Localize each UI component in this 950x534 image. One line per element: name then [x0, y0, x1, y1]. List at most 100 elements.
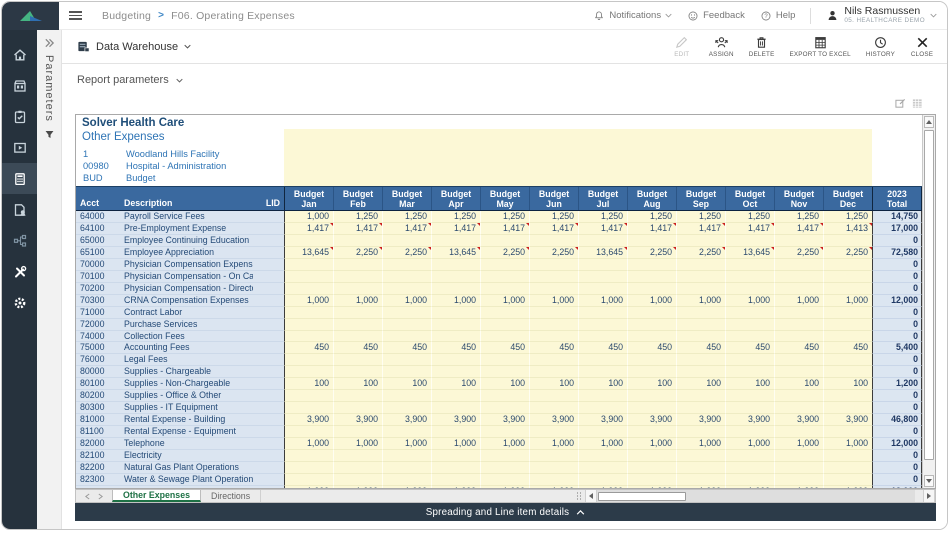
cell-month-value[interactable]: 1,250 [480, 211, 529, 223]
cell-month-value[interactable] [431, 462, 480, 474]
cell-month-value[interactable]: 3,900 [774, 414, 823, 426]
cell-month-value[interactable]: 1,000 [333, 486, 382, 488]
cell-total[interactable]: 0 [872, 474, 922, 486]
cell-total[interactable]: 12,000 [872, 486, 922, 488]
cell-month-value[interactable] [382, 450, 431, 462]
cell-month-value[interactable] [284, 426, 333, 438]
cell-month-value[interactable] [431, 235, 480, 247]
cell-month-value[interactable] [725, 271, 774, 283]
cell-month-value[interactable] [725, 426, 774, 438]
cell-month-value[interactable] [823, 390, 872, 402]
cell-month-value[interactable]: 1,250 [578, 211, 627, 223]
cell-month-value[interactable]: 3,900 [480, 414, 529, 426]
assign-button[interactable]: ASSIGN [709, 35, 734, 58]
close-button[interactable]: CLOSE [910, 35, 934, 58]
cell-month-value[interactable]: 1,250 [333, 211, 382, 223]
cell-month-value[interactable] [284, 235, 333, 247]
cell-month-value[interactable] [676, 307, 725, 319]
cell-month-value[interactable] [333, 354, 382, 366]
cell-month-value[interactable]: 1,000 [676, 295, 725, 307]
cell-month-value[interactable]: 1,000 [529, 486, 578, 488]
menu-icon[interactable] [69, 11, 82, 20]
cell-month-value[interactable] [529, 319, 578, 331]
cell-month-value[interactable] [431, 331, 480, 343]
cell-total[interactable]: 72,580 [872, 247, 922, 259]
cell-month-value[interactable] [676, 462, 725, 474]
cell-month-value[interactable] [823, 366, 872, 378]
cell-month-value[interactable] [578, 402, 627, 414]
cell-month-value[interactable] [676, 426, 725, 438]
cell-month-value[interactable]: 100 [725, 378, 774, 390]
cell-total[interactable]: 0 [872, 319, 922, 331]
cell-month-value[interactable]: 100 [578, 378, 627, 390]
cell-month-value[interactable] [725, 462, 774, 474]
data-source-selector[interactable]: Data Warehouse [77, 40, 191, 53]
sidebar-item-assignments[interactable] [2, 194, 37, 225]
cell-month-value[interactable]: 2,250 [382, 247, 431, 259]
cell-month-value[interactable]: 1,417 [578, 223, 627, 235]
cell-month-value[interactable]: 1,000 [823, 295, 872, 307]
cell-month-value[interactable]: 1,417 [725, 223, 774, 235]
cell-month-value[interactable]: 1,250 [676, 211, 725, 223]
cell-month-value[interactable] [382, 354, 431, 366]
cell-month-value[interactable] [333, 319, 382, 331]
report-parameters-toggle[interactable]: Report parameters [77, 74, 183, 86]
cell-month-value[interactable] [431, 390, 480, 402]
cell-month-value[interactable] [480, 235, 529, 247]
cell-month-value[interactable]: 1,000 [774, 486, 823, 488]
cell-month-value[interactable] [431, 366, 480, 378]
cell-month-value[interactable]: 3,900 [529, 414, 578, 426]
parameters-label[interactable]: Parameters [43, 55, 55, 122]
cell-total[interactable]: 0 [872, 402, 922, 414]
cell-month-value[interactable] [480, 259, 529, 271]
cell-month-value[interactable] [333, 259, 382, 271]
cell-month-value[interactable]: 1,417 [333, 223, 382, 235]
cell-month-value[interactable] [578, 354, 627, 366]
cell-total[interactable]: 0 [872, 354, 922, 366]
cell-month-value[interactable]: 1,000 [529, 438, 578, 450]
parameters-panel-collapsed[interactable]: Parameters [37, 30, 62, 529]
cell-month-value[interactable] [578, 474, 627, 486]
cell-month-value[interactable] [823, 259, 872, 271]
cell-month-value[interactable]: 1,000 [431, 486, 480, 488]
cell-total[interactable]: 14,750 [872, 211, 922, 223]
tab-next-icon[interactable] [98, 493, 103, 500]
cell-month-value[interactable]: 13,645 [725, 247, 774, 259]
cell-total[interactable]: 5,400 [872, 342, 922, 354]
cell-month-value[interactable] [333, 235, 382, 247]
cell-month-value[interactable] [676, 366, 725, 378]
cell-month-value[interactable]: 1,417 [774, 223, 823, 235]
cell-month-value[interactable] [823, 474, 872, 486]
cell-month-value[interactable] [627, 319, 676, 331]
cell-month-value[interactable] [480, 402, 529, 414]
cell-month-value[interactable]: 1,417 [627, 223, 676, 235]
cell-month-value[interactable] [333, 474, 382, 486]
cell-month-value[interactable]: 100 [431, 378, 480, 390]
cell-month-value[interactable] [333, 390, 382, 402]
cell-month-value[interactable] [284, 462, 333, 474]
cell-month-value[interactable] [627, 331, 676, 343]
cell-month-value[interactable] [578, 366, 627, 378]
cell-month-value[interactable] [529, 474, 578, 486]
cell-month-value[interactable] [725, 390, 774, 402]
cell-month-value[interactable] [382, 426, 431, 438]
cell-month-value[interactable] [431, 307, 480, 319]
scroll-right-button[interactable] [923, 490, 935, 502]
cell-month-value[interactable]: 450 [529, 342, 578, 354]
scroll-left-button[interactable] [585, 490, 597, 502]
cell-month-value[interactable] [284, 319, 333, 331]
cell-month-value[interactable] [480, 354, 529, 366]
cell-month-value[interactable]: 450 [578, 342, 627, 354]
cell-month-value[interactable] [578, 271, 627, 283]
cell-month-value[interactable]: 1,000 [627, 295, 676, 307]
cell-month-value[interactable]: 100 [823, 378, 872, 390]
cell-month-value[interactable]: 3,900 [823, 414, 872, 426]
cell-month-value[interactable] [529, 283, 578, 295]
cell-month-value[interactable] [480, 271, 529, 283]
cell-month-value[interactable] [774, 259, 823, 271]
cell-month-value[interactable]: 1,250 [774, 211, 823, 223]
cell-month-value[interactable] [774, 331, 823, 343]
cell-month-value[interactable]: 450 [333, 342, 382, 354]
cell-month-value[interactable]: 100 [333, 378, 382, 390]
cell-month-value[interactable] [529, 426, 578, 438]
